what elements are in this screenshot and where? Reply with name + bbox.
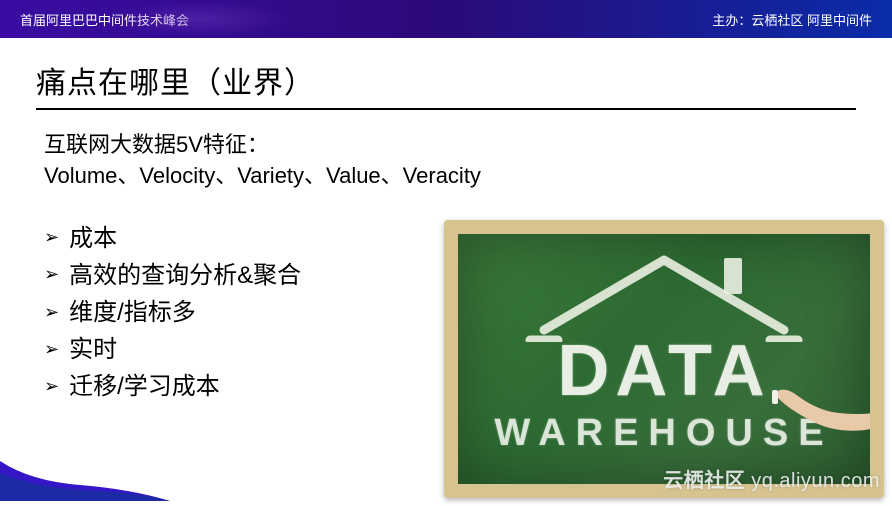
chalkboard-image: DATA WAREHOUSE xyxy=(444,220,884,498)
illustration: DATA WAREHOUSE xyxy=(444,220,884,498)
subtitle-line-1: 互联网大数据5V特征： xyxy=(44,130,848,161)
hand-icon xyxy=(770,382,880,442)
bullet-item: ➢ 迁移/学习成本 xyxy=(44,368,424,405)
subtitle: 互联网大数据5V特征： Volume、Velocity、Variety、Valu… xyxy=(44,130,848,192)
bullet-text: 实时 xyxy=(69,331,117,368)
header-left-text: 首届阿里巴巴中间件技术峰会 xyxy=(20,10,189,29)
subtitle-line-2: Volume、Velocity、Variety、Value、Veracity xyxy=(44,161,848,192)
bullet-text: 维度/指标多 xyxy=(69,294,196,331)
bullet-list: ➢ 成本 ➢ 高效的查询分析&聚合 ➢ 维度/指标多 ➢ 实时 ➢ 迁移/学习成本 xyxy=(44,220,424,498)
slide-content: 互联网大数据5V特征： Volume、Velocity、Variety、Valu… xyxy=(0,118,892,498)
watermark-cn: 云栖社区 xyxy=(663,470,745,492)
bullet-text: 成本 xyxy=(69,220,117,257)
bullet-arrow-icon: ➢ xyxy=(44,224,59,252)
bullet-arrow-icon: ➢ xyxy=(44,299,59,327)
chalk-word-data: DATA xyxy=(557,330,770,412)
bullet-item: ➢ 高效的查询分析&聚合 xyxy=(44,257,424,294)
bullet-text: 高效的查询分析&聚合 xyxy=(69,257,301,294)
bullet-arrow-icon: ➢ xyxy=(44,373,59,401)
bullet-item: ➢ 维度/指标多 xyxy=(44,294,424,331)
header-right-text: 主办：云栖社区 阿里中间件 xyxy=(712,10,872,29)
bullet-item: ➢ 成本 xyxy=(44,220,424,257)
house-icon xyxy=(524,252,804,342)
slide-title: 痛点在哪里（业界） xyxy=(36,58,856,110)
bullet-text: 迁移/学习成本 xyxy=(69,368,220,405)
lower-row: ➢ 成本 ➢ 高效的查询分析&聚合 ➢ 维度/指标多 ➢ 实时 ➢ 迁移/学习成本 DAT… xyxy=(44,220,848,498)
title-section: 痛点在哪里（业界） xyxy=(0,38,892,118)
bullet-item: ➢ 实时 xyxy=(44,331,424,368)
watermark-en: yq.aliyun.com xyxy=(751,470,880,492)
bullet-arrow-icon: ➢ xyxy=(44,336,59,364)
bullet-arrow-icon: ➢ xyxy=(44,261,59,289)
slide-header: 首届阿里巴巴中间件技术峰会 主办：云栖社区 阿里中间件 xyxy=(0,0,892,38)
watermark: 云栖社区 yq.aliyun.com xyxy=(663,464,880,493)
